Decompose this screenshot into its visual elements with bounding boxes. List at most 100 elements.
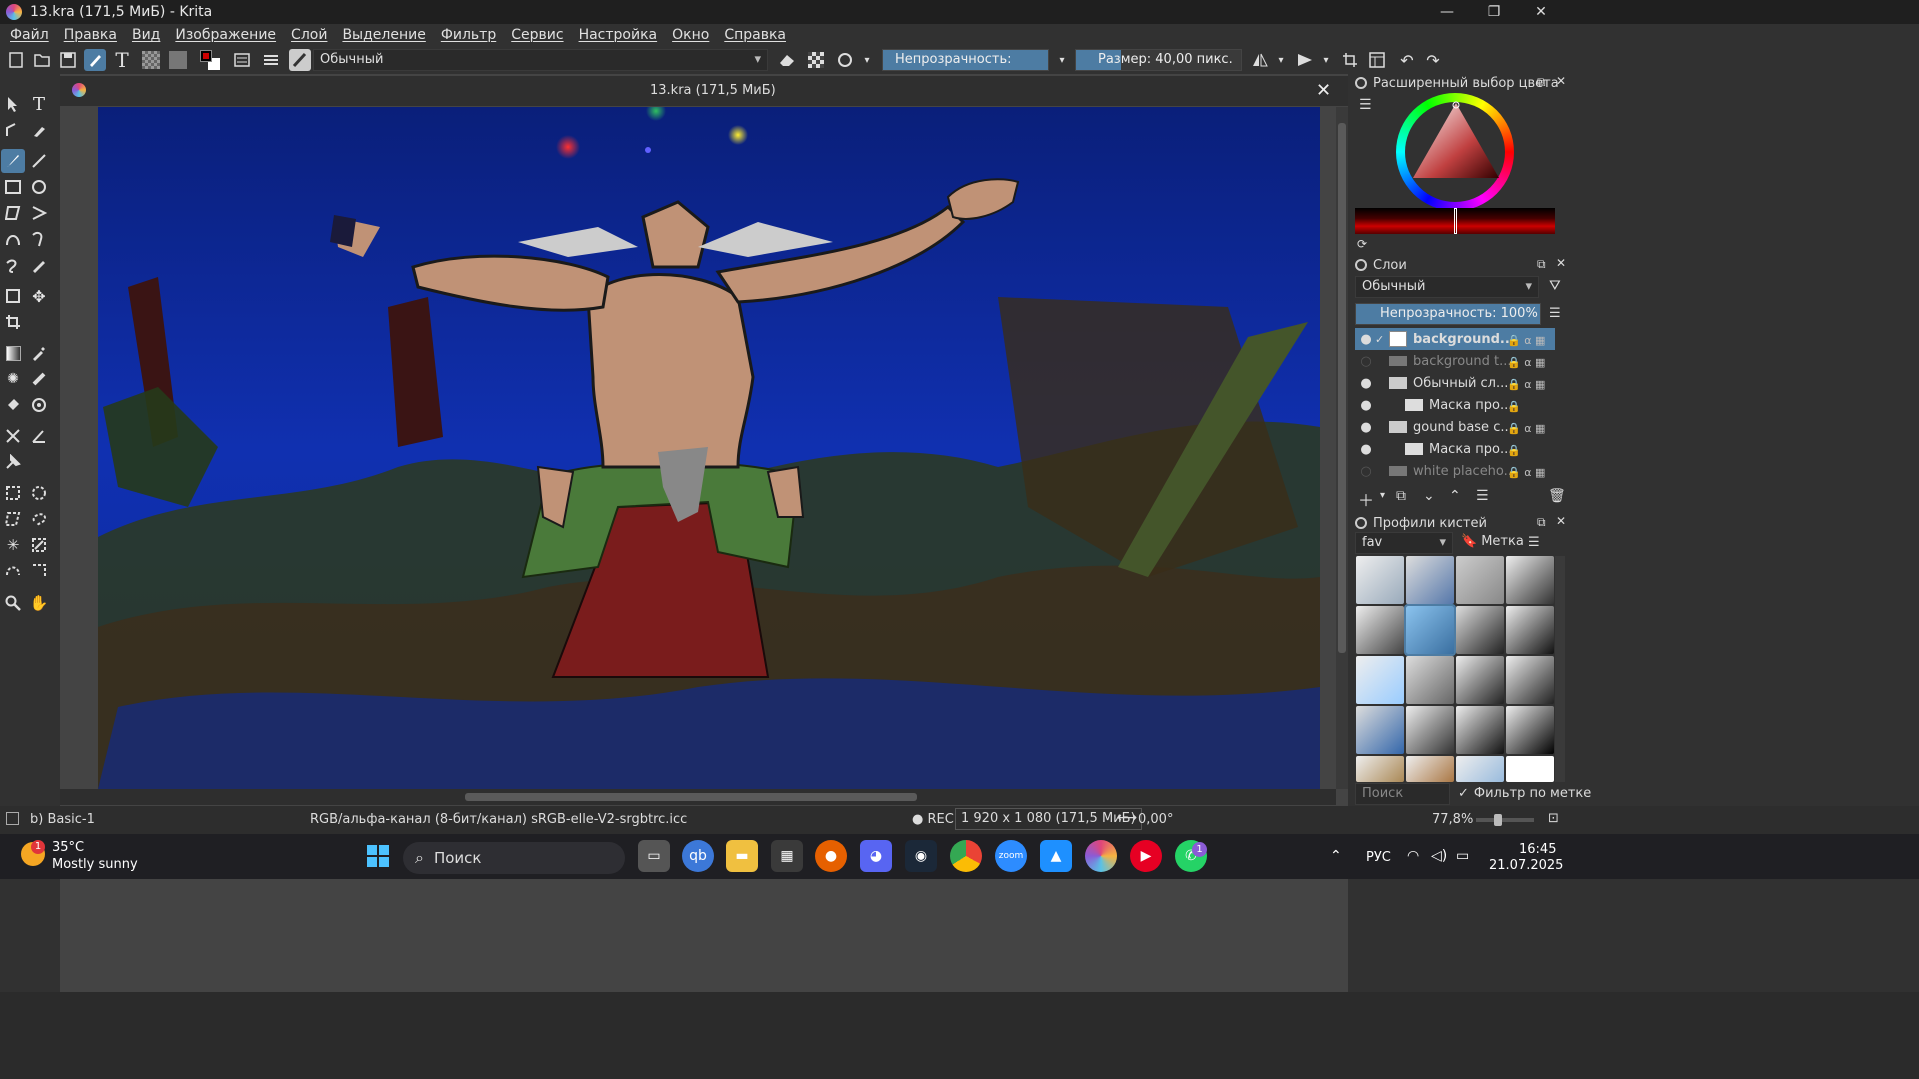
- fill-tool-icon[interactable]: [1, 393, 25, 417]
- select-shapes-tool-icon[interactable]: [1, 92, 25, 116]
- lasso-select-tool-icon[interactable]: [27, 507, 51, 531]
- edit-shapes-tool-icon[interactable]: [1, 118, 25, 142]
- float-dock-icon[interactable]: ⧉: [1537, 75, 1546, 90]
- brush-preset[interactable]: [1506, 656, 1554, 704]
- gradient-tool-icon[interactable]: [1, 341, 25, 365]
- bezier-tool-icon[interactable]: [1, 227, 25, 251]
- layer-opacity-slider[interactable]: Непрозрачность: 100%: [1355, 303, 1541, 325]
- line-tool-icon[interactable]: [27, 149, 51, 173]
- canvas-horizontal-scrollbar[interactable]: [60, 789, 1336, 805]
- chevron-down-icon[interactable]: ▾: [860, 49, 874, 71]
- transform-tool-icon[interactable]: [1, 284, 25, 308]
- image-dimensions[interactable]: 1 920 x 1 080 (171,5 МиБ): [955, 808, 1142, 830]
- magic-wand-tool-icon[interactable]: ✳: [1, 533, 25, 557]
- freehand-brush-tool-icon[interactable]: [1, 149, 25, 173]
- add-layer-icon[interactable]: ＋: [1358, 487, 1374, 511]
- brush-preset[interactable]: [1506, 606, 1554, 654]
- filter-by-tag-checkbox[interactable]: ✓ Фильтр по метке: [1458, 786, 1591, 801]
- eye-icon[interactable]: ●: [1357, 376, 1375, 391]
- brush-search-input[interactable]: Поиск: [1355, 783, 1450, 805]
- menu-tools[interactable]: Сервис: [511, 27, 563, 43]
- opacity-slider[interactable]: Непрозрачность: 100%: [882, 49, 1049, 71]
- freehand-path-tool-icon[interactable]: [27, 227, 51, 251]
- save-icon[interactable]: [57, 49, 79, 71]
- brush-view-menu-icon[interactable]: ☰: [1528, 535, 1540, 550]
- close-dock-icon[interactable]: ✕: [1556, 514, 1566, 528]
- menu-image[interactable]: Изображение: [175, 27, 276, 43]
- taskbar-search[interactable]: ⌕ Поиск: [403, 842, 625, 874]
- brush-preset[interactable]: [1406, 706, 1454, 754]
- brush-tag-combo[interactable]: fav ▾: [1355, 532, 1453, 554]
- battery-icon[interactable]: ▭: [1456, 848, 1469, 864]
- layer-properties-icon[interactable]: ☰: [1476, 488, 1489, 504]
- text-tool-icon[interactable]: T: [27, 92, 51, 116]
- delete-layer-icon[interactable]: 🗑: [1548, 488, 1566, 504]
- redo-icon[interactable]: ↷: [1422, 49, 1444, 71]
- eye-icon[interactable]: ●: [1357, 398, 1375, 413]
- steam-icon[interactable]: ◉: [905, 840, 937, 872]
- chrome-icon[interactable]: [950, 840, 982, 872]
- menu-filter[interactable]: Фильтр: [441, 27, 496, 43]
- eye-icon[interactable]: ●: [1357, 442, 1375, 457]
- workspace-icon[interactable]: [1366, 49, 1388, 71]
- pan-tool-icon[interactable]: ✋: [27, 591, 51, 615]
- brush-preset[interactable]: [1506, 756, 1554, 782]
- brush-preset[interactable]: [1456, 606, 1504, 654]
- minimize-button[interactable]: —: [1424, 0, 1470, 24]
- discord-icon[interactable]: ◕: [860, 840, 892, 872]
- firefox-icon[interactable]: ●: [815, 840, 847, 872]
- chevron-down-icon[interactable]: ▾: [1274, 49, 1288, 71]
- mirror-vertical-icon[interactable]: [1294, 49, 1316, 71]
- crop-tool-icon[interactable]: [1, 310, 25, 334]
- dock-lock-icon[interactable]: [1355, 77, 1367, 89]
- color-shade-strip[interactable]: [1355, 208, 1555, 234]
- colorize-mask-tool-icon[interactable]: ✺: [1, 367, 25, 391]
- move-tool-icon[interactable]: ✥: [27, 284, 51, 308]
- brush-preset[interactable]: [1456, 556, 1504, 604]
- clock-date[interactable]: 21.07.2025: [1489, 858, 1563, 873]
- layer-filter-icon[interactable]: ⛛: [1549, 278, 1561, 294]
- gradient-swatch-icon[interactable]: [167, 49, 189, 71]
- close-document-button[interactable]: ✕: [1316, 80, 1331, 101]
- brush-list-scrollbar[interactable]: [1555, 556, 1565, 782]
- wrap-around-icon[interactable]: [1339, 49, 1361, 71]
- chevron-down-icon[interactable]: ▾: [1380, 490, 1385, 501]
- magnetic-select-tool-icon[interactable]: [27, 559, 51, 583]
- record-indicator[interactable]: ● REC: [912, 812, 954, 827]
- brush-edit-icon[interactable]: [84, 49, 106, 71]
- canvas-vertical-scrollbar[interactable]: [1336, 107, 1348, 789]
- chevron-down-icon[interactable]: ▾: [1055, 49, 1069, 71]
- new-document-icon[interactable]: [5, 49, 27, 71]
- assistant-tool-icon[interactable]: [1, 424, 25, 448]
- hue-ring[interactable]: [1396, 93, 1514, 211]
- menu-layer[interactable]: Слой: [291, 27, 327, 43]
- eye-closed-icon[interactable]: ○: [1357, 354, 1375, 369]
- measure-tool-icon[interactable]: [27, 424, 51, 448]
- polyline-tool-icon[interactable]: [27, 201, 51, 225]
- checkbox-icon[interactable]: ✓: [1375, 333, 1389, 346]
- menu-view[interactable]: Вид: [132, 27, 160, 43]
- maximize-button[interactable]: ❐: [1471, 0, 1517, 24]
- text-tool-icon[interactable]: T: [111, 48, 133, 72]
- task-view-icon[interactable]: ▭: [638, 840, 670, 872]
- rect-select-tool-icon[interactable]: [1, 481, 25, 505]
- dynamic-brush-tool-icon[interactable]: [1, 253, 25, 277]
- move-layer-up-icon[interactable]: ⌃: [1449, 488, 1461, 504]
- close-window-button[interactable]: ✕: [1518, 0, 1564, 24]
- brush-preset[interactable]: [1356, 706, 1404, 754]
- smart-patch-tool-icon[interactable]: [27, 367, 51, 391]
- brush-preset[interactable]: [1356, 656, 1404, 704]
- brush-preset[interactable]: [1406, 656, 1454, 704]
- dock-lock-icon[interactable]: [1355, 259, 1367, 271]
- brush-preset[interactable]: [1406, 556, 1454, 604]
- tray-expand-icon[interactable]: ⌃: [1330, 848, 1342, 864]
- drawing-canvas[interactable]: [98, 107, 1320, 789]
- ms-store-icon[interactable]: ▦: [771, 840, 803, 872]
- menu-file[interactable]: Файл: [10, 27, 49, 43]
- eye-icon[interactable]: ●: [1357, 332, 1375, 347]
- brush-preset[interactable]: [1406, 756, 1454, 782]
- layer-options-icon[interactable]: ☰: [1549, 306, 1561, 321]
- color-selector-settings-icon[interactable]: ☰: [1359, 97, 1372, 113]
- clock-time[interactable]: 16:45: [1519, 842, 1556, 857]
- mirror-horizontal-icon[interactable]: [1249, 49, 1271, 71]
